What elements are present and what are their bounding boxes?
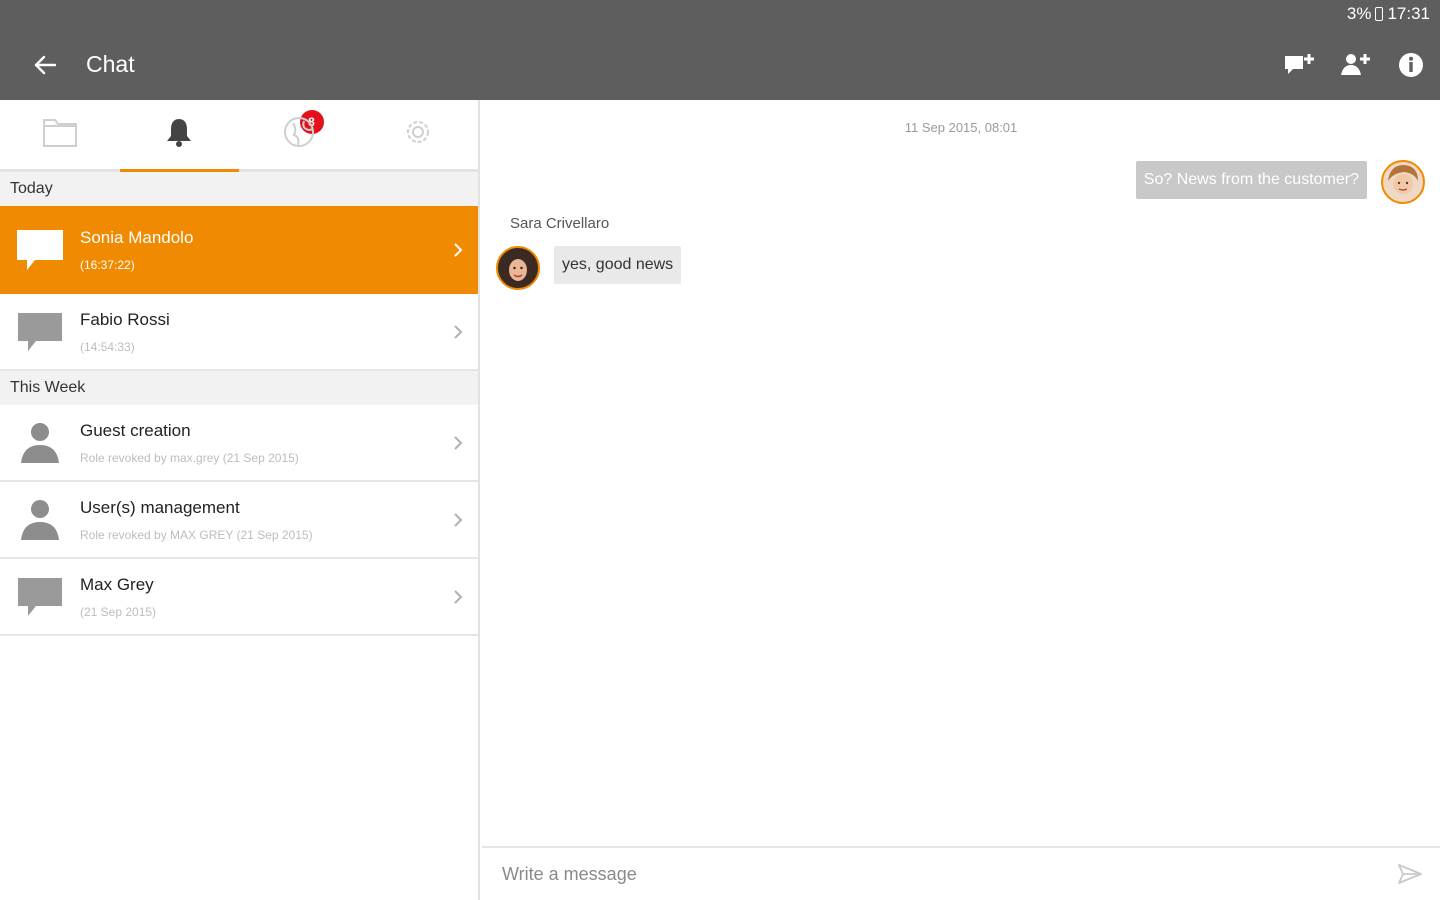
list-item-subtitle: (14:54:33) xyxy=(80,339,135,354)
chevron-right-icon xyxy=(438,512,478,528)
list-item-subtitle: Role revoked by MAX GREY (21 Sep 2015) xyxy=(80,527,313,542)
gear-icon xyxy=(401,115,435,154)
tab-settings[interactable] xyxy=(359,100,479,169)
person-icon xyxy=(0,421,80,465)
bell-icon xyxy=(165,116,193,153)
list-item-title: Guest creation xyxy=(80,420,191,440)
incoming-message: yes, good news xyxy=(554,246,682,284)
status-bar: 3% 17:31 xyxy=(1347,4,1430,24)
list-item-title: Sonia Mandolo xyxy=(80,228,194,247)
list-item-subtitle: (16:37:22) xyxy=(80,258,135,272)
chevron-right-icon xyxy=(438,435,478,451)
chat-bubble-icon xyxy=(0,576,80,618)
conversation-list-panel: 8 Today Sonia Mandolo (16:37:22) Fabio R… xyxy=(0,100,480,900)
list-item[interactable]: Fabio Rossi (14:54:33) xyxy=(0,294,478,371)
globe-icon xyxy=(282,115,316,154)
tab-bar: 8 xyxy=(0,100,478,172)
chat-bubble-icon xyxy=(0,311,80,353)
list-item[interactable]: Sonia Mandolo (16:37:22) xyxy=(0,206,478,294)
list-item-title: Fabio Rossi xyxy=(80,309,170,329)
person-icon xyxy=(0,498,80,542)
chat-bubble-icon xyxy=(0,228,80,272)
section-header-this-week: This Week xyxy=(0,371,478,405)
tab-files[interactable] xyxy=(0,100,120,169)
back-arrow-icon[interactable] xyxy=(30,50,60,80)
list-item[interactable]: Max Grey (21 Sep 2015) xyxy=(0,559,478,636)
add-user-icon[interactable] xyxy=(1338,48,1372,82)
battery-level: 3% xyxy=(1346,4,1372,23)
list-item[interactable]: User(s) management Role revoked by MAX G… xyxy=(0,482,478,559)
avatar[interactable] xyxy=(1380,159,1426,210)
message-input[interactable] xyxy=(482,863,1380,885)
list-item-subtitle: (21 Sep 2015) xyxy=(80,604,157,619)
section-header-today: Today xyxy=(0,172,478,206)
list-item-subtitle: Role revoked by max.grey (21 Sep 2015) xyxy=(80,450,299,465)
message-composer xyxy=(482,846,1440,900)
clock: 17:31 xyxy=(1387,4,1430,23)
chevron-right-icon xyxy=(438,242,478,258)
message-date: 11 Sep 2015, 08:01 xyxy=(904,120,1018,135)
app-bar: 3% 17:31 Chat xyxy=(0,0,1440,100)
battery-icon xyxy=(1375,7,1384,21)
sender-name: Sara Crivellaro xyxy=(510,215,610,232)
info-icon[interactable] xyxy=(1394,48,1428,82)
chevron-right-icon xyxy=(438,324,478,340)
chat-panel: 11 Sep 2015, 08:01 So? News from the cus… xyxy=(482,100,1440,846)
tab-globe[interactable] xyxy=(239,100,359,169)
chevron-right-icon xyxy=(438,589,478,605)
tab-notifications[interactable]: 8 xyxy=(119,100,324,172)
list-item[interactable]: Guest creation Role revoked by max.grey … xyxy=(0,405,478,482)
add-chat-icon[interactable] xyxy=(1282,48,1316,82)
send-icon[interactable] xyxy=(1380,863,1440,885)
page-title: Chat xyxy=(86,51,135,77)
list-item-title: Max Grey xyxy=(80,574,154,594)
list-item-title: User(s) management xyxy=(80,497,240,517)
folder-icon xyxy=(42,116,78,153)
outgoing-message: So? News from the customer? xyxy=(1135,161,1367,199)
avatar[interactable] xyxy=(495,245,541,296)
